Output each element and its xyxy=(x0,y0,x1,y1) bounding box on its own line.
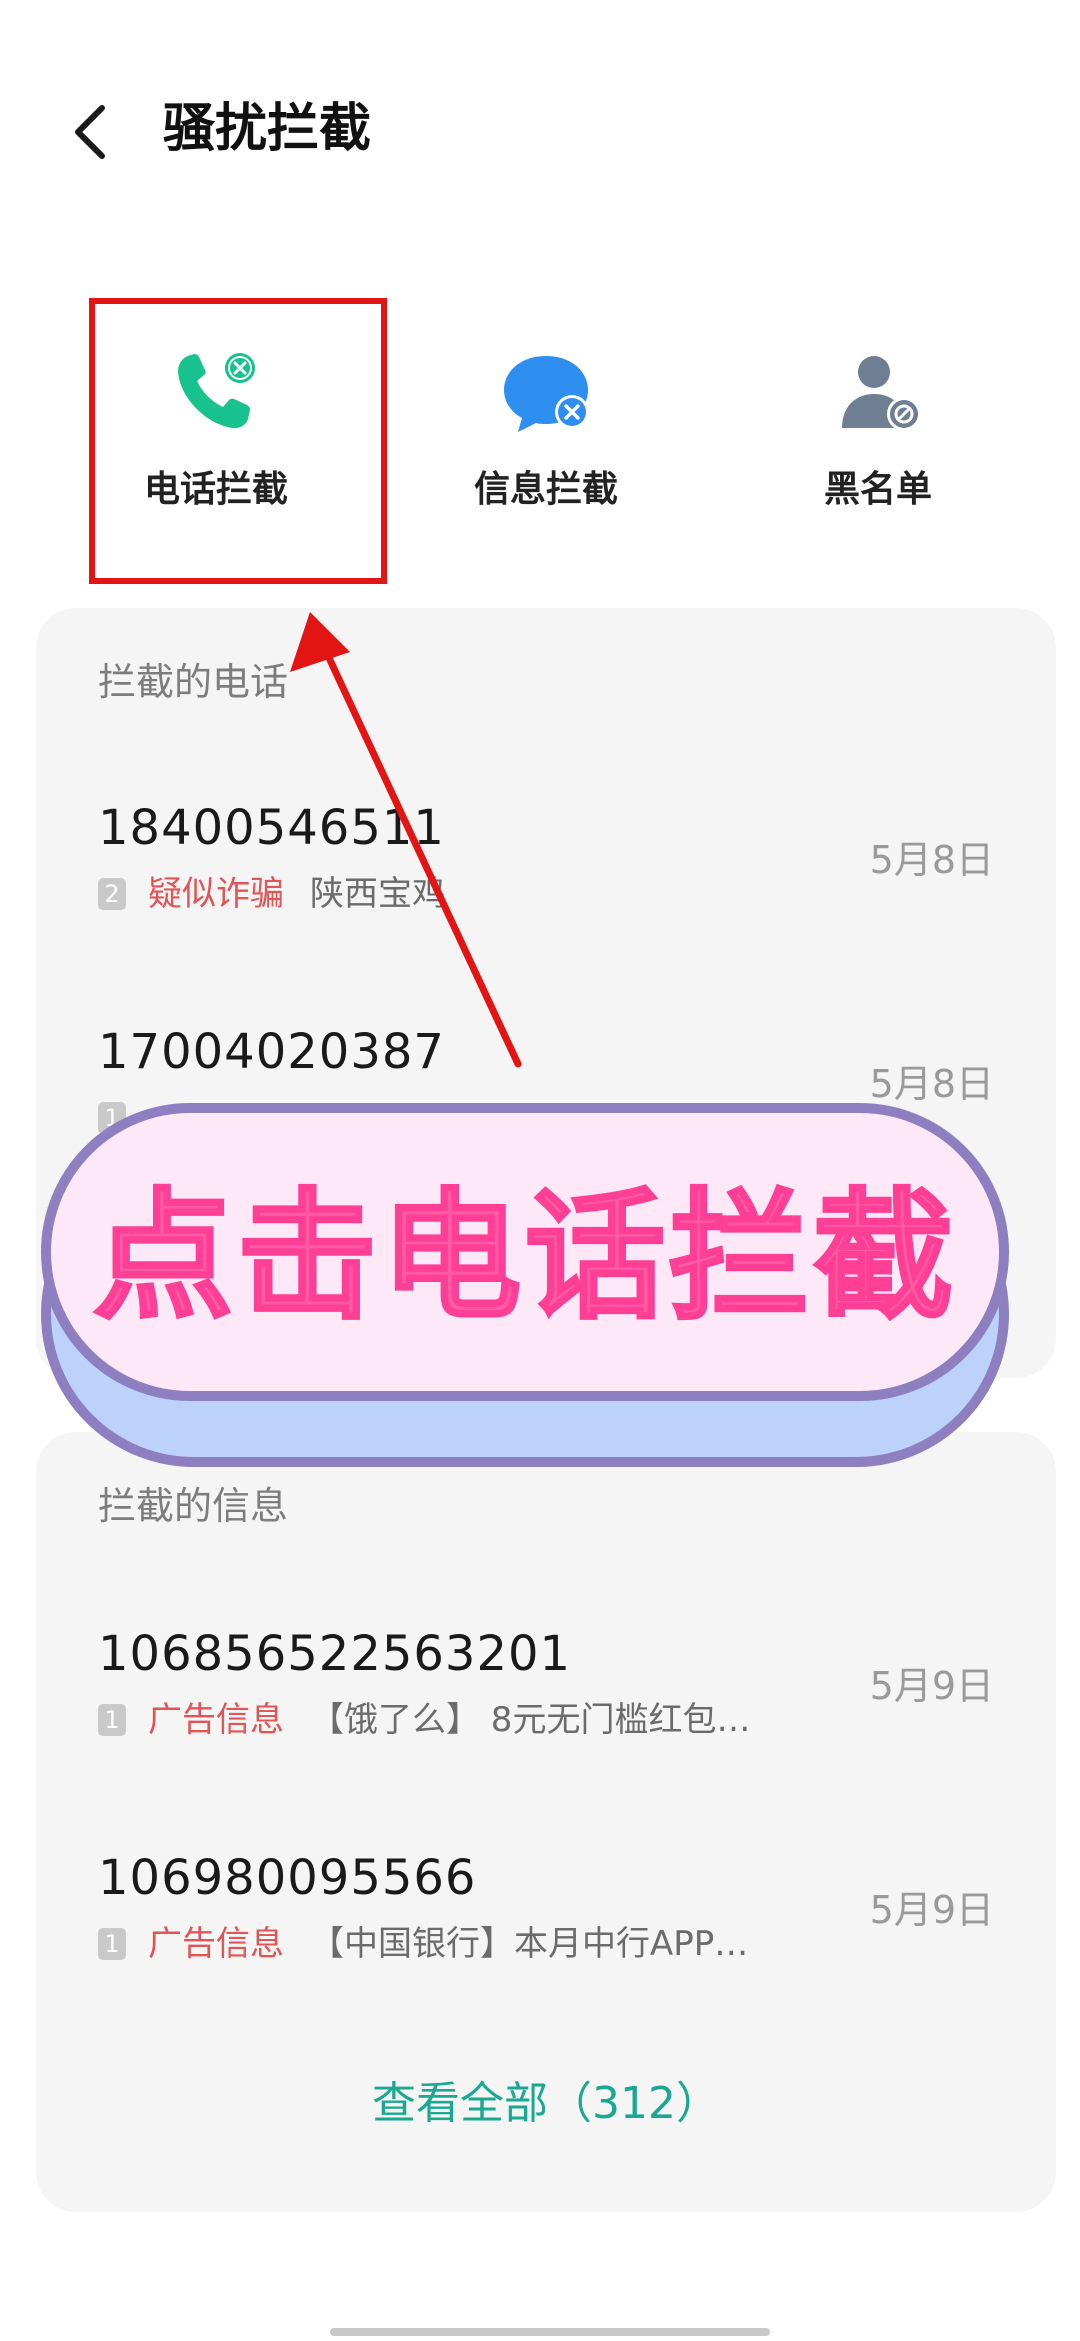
tab-blacklist-label: 黑名单 xyxy=(823,469,932,510)
home-indicator[interactable] xyxy=(330,2328,770,2336)
annotation-banner: 点击电话拦截 xyxy=(40,1100,1010,1470)
banner-text: 点击电话拦截 xyxy=(91,1175,957,1341)
call-meta: 2 疑似诈骗 陕西宝鸡 xyxy=(98,874,446,914)
call-location: 陕西宝鸡 xyxy=(310,874,446,914)
list-item[interactable]: 106856522563201 1 广告信息 【饿了么】 8元无门槛红包已...… xyxy=(36,1624,1056,1784)
message-tag: 广告信息 xyxy=(148,1700,284,1740)
message-sender: 106980095566 xyxy=(98,1850,477,1906)
message-meta: 1 广告信息 【饿了么】 8元无门槛红包已... xyxy=(98,1700,780,1740)
header: 骚扰拦截 xyxy=(0,0,1080,220)
message-meta: 1 广告信息 【中国银行】本月中行APP转... xyxy=(98,1924,780,1964)
blocked-messages-title: 拦截的信息 xyxy=(98,1484,289,1528)
message-count-badge: 1 xyxy=(98,1928,126,1960)
message-preview: 【中国银行】本月中行APP转... xyxy=(310,1924,780,1964)
tab-message-block-label: 信息拦截 xyxy=(473,469,618,510)
blocked-calls-title: 拦截的电话 xyxy=(98,660,289,704)
blacklist-user-icon xyxy=(842,356,921,431)
tab-blacklist[interactable]: 黑名单 xyxy=(728,300,1028,590)
message-block-icon xyxy=(504,356,589,432)
message-sender: 106856522563201 xyxy=(98,1626,572,1682)
list-item[interactable]: 106980095566 1 广告信息 【中国银行】本月中行APP转... 5月… xyxy=(36,1848,1056,2008)
call-count-badge: 2 xyxy=(98,878,126,910)
list-item[interactable]: 18400546511 2 疑似诈骗 陕西宝鸡 5月8日 xyxy=(36,798,1056,958)
page-title: 骚扰拦截 xyxy=(163,99,372,159)
highlight-box xyxy=(89,298,387,584)
message-date: 5月9日 xyxy=(869,1888,994,1932)
call-number: 17004020387 xyxy=(98,1024,445,1080)
call-number: 18400546511 xyxy=(98,800,445,856)
message-count-badge: 1 xyxy=(98,1704,126,1736)
blocked-messages-card: 拦截的信息 106856522563201 1 广告信息 【饿了么】 8元无门槛… xyxy=(36,1432,1056,2212)
message-date: 5月9日 xyxy=(869,1664,994,1708)
message-preview: 【饿了么】 8元无门槛红包已... xyxy=(310,1700,780,1740)
call-date: 5月8日 xyxy=(869,838,994,882)
tab-message-block[interactable]: 信息拦截 xyxy=(396,300,696,590)
call-tag: 疑似诈骗 xyxy=(148,874,284,914)
message-tag: 广告信息 xyxy=(148,1924,284,1964)
chevron-left-icon xyxy=(75,105,105,159)
view-all-link[interactable]: 查看全部（312） xyxy=(36,2076,1056,2132)
back-button[interactable] xyxy=(60,92,120,172)
